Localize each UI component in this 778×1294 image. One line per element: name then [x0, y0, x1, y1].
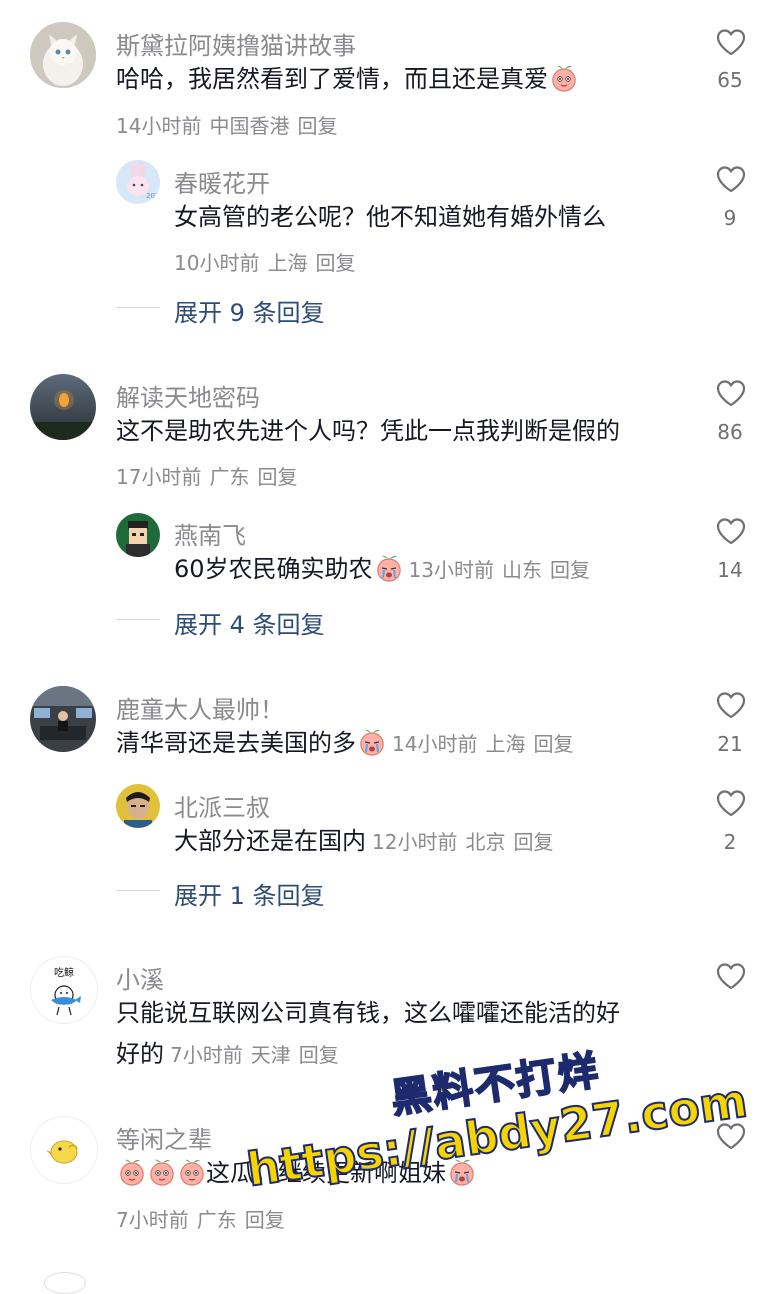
watermark-line1: 黑料不打烊: [387, 1047, 603, 1124]
comment-text: 女高管的老公呢？他不知道她有婚外情么: [174, 203, 606, 231]
location: 天津: [250, 1043, 291, 1067]
reply-button[interactable]: 回复: [533, 732, 573, 756]
peach-face-icon: [180, 1159, 204, 1186]
location: 广东: [209, 465, 250, 489]
location: 山东: [502, 558, 542, 582]
cat-avatar-icon: [30, 22, 96, 88]
crying-peach-icon: [449, 1158, 475, 1186]
heart-icon[interactable]: [715, 691, 747, 719]
timestamp: 12小时前: [372, 830, 458, 854]
comment-meta: 12小时前 北京 回复: [372, 830, 561, 854]
like-count: 21: [717, 732, 743, 756]
username[interactable]: 等闲之辈: [116, 1120, 212, 1155]
expand-replies-button[interactable]: 展开 1 条回复: [174, 876, 325, 911]
comment-meta: 7小时前 天津 回复: [170, 1043, 347, 1067]
reply-button[interactable]: 回复: [513, 830, 553, 854]
timestamp: 7小时前: [116, 1208, 189, 1232]
reply-button[interactable]: 回复: [257, 465, 297, 489]
location: 广东: [196, 1208, 237, 1232]
reply-button[interactable]: 回复: [315, 251, 355, 275]
avatar[interactable]: [30, 686, 96, 752]
location: 中国香港: [209, 114, 290, 138]
room-avatar-icon: [30, 686, 96, 752]
avatar[interactable]: [30, 22, 96, 88]
username[interactable]: 斯黛拉阿姨撸猫讲故事: [116, 26, 356, 61]
like-count: 14: [717, 558, 743, 582]
avatar: [44, 1272, 86, 1294]
avatar-caption: 吃鲸: [54, 968, 74, 979]
timestamp: 14小时前: [392, 732, 478, 756]
like-count: 2: [723, 830, 737, 854]
comment-meta: 17小时前 广东 回复: [116, 461, 305, 490]
crying-peach-icon: [359, 728, 385, 756]
watermark: 黑料不打烊 https://abdy27.com: [0, 0, 778, 1280]
avatar[interactable]: [30, 1116, 98, 1184]
timestamp: 14小时前: [116, 114, 202, 138]
peach-face-icon: [150, 1159, 174, 1186]
reply-button[interactable]: 回复: [245, 1208, 285, 1232]
reply-button[interactable]: 回复: [297, 114, 337, 138]
peach-face-icon: [120, 1159, 144, 1186]
comment-meta: 13小时前 山东 回复: [409, 558, 598, 582]
heart-icon[interactable]: [715, 165, 747, 193]
username[interactable]: 鹿童大人最帅！: [116, 690, 284, 725]
cartoon-avatar-icon: [116, 513, 160, 557]
reply-button[interactable]: 回复: [550, 558, 590, 582]
username[interactable]: 春暖花开: [174, 164, 270, 199]
comment-meta: 10小时前 上海 回复: [174, 247, 363, 276]
avatar[interactable]: 2025: [116, 160, 160, 204]
username[interactable]: 燕南飞: [174, 516, 246, 551]
like-count: 86: [717, 420, 743, 444]
heart-icon[interactable]: [715, 517, 747, 545]
comment-meta: 7小时前 广东 回复: [116, 1204, 293, 1233]
heart-icon[interactable]: [715, 1122, 747, 1150]
person-avatar-icon: [116, 784, 160, 828]
heart-icon[interactable]: [715, 28, 747, 56]
heart-icon[interactable]: [715, 379, 747, 407]
comment-text: 大部分还是在国内 12小时前 北京 回复: [174, 824, 561, 859]
avatar[interactable]: [30, 374, 96, 440]
username[interactable]: 小溪: [116, 960, 164, 995]
comment-text: 这瓜，继续更新啊姐妹: [116, 1156, 476, 1190]
like-count: 9: [723, 206, 737, 230]
comment-text: 清华哥还是去美国的多 14小时前 上海 回复: [116, 726, 581, 761]
comment-text: 只能说互联网公司真有钱，这么嚯嚯还能活的好: [116, 999, 620, 1027]
location: 上海: [485, 732, 526, 756]
comment-text: 哈哈，我居然看到了爱情，而且还是真爱: [116, 62, 578, 96]
timestamp: 17小时前: [116, 465, 202, 489]
svg-text:2025: 2025: [146, 192, 160, 200]
avatar[interactable]: [116, 784, 160, 828]
timestamp: 13小时前: [408, 558, 494, 582]
like-count: 65: [717, 68, 743, 92]
divider: [116, 890, 160, 891]
chick-avatar-icon: [46, 1140, 78, 1164]
bunny-avatar-icon: 2025: [116, 160, 160, 204]
comment-text: 这不是助农先进个人吗？凭此一点我判断是假的: [116, 417, 620, 445]
location: 上海: [267, 251, 308, 275]
heart-icon[interactable]: [715, 962, 747, 990]
comment-text-continued: 好的 7小时前 天津 回复: [116, 1037, 347, 1072]
avatar[interactable]: [116, 513, 160, 557]
comment-meta: 14小时前 上海 回复: [392, 732, 581, 756]
comment-text: 60岁农民确实助农 13小时前 山东 回复: [174, 552, 598, 587]
peach-face-icon: [552, 65, 576, 92]
expand-replies-button[interactable]: 展开 4 条回复: [174, 605, 325, 640]
location: 北京: [465, 830, 506, 854]
expand-replies-button[interactable]: 展开 9 条回复: [174, 293, 325, 328]
lantern-avatar-icon: [30, 374, 96, 440]
reply-button[interactable]: 回复: [299, 1043, 339, 1067]
avatar[interactable]: 吃鲸: [30, 956, 98, 1024]
username[interactable]: 北派三叔: [174, 788, 270, 823]
username[interactable]: 解读天地密码: [116, 378, 260, 413]
timestamp: 10小时前: [174, 251, 260, 275]
comment-meta: 14小时前 中国香港 回复: [116, 110, 345, 139]
divider: [116, 619, 160, 620]
crying-peach-icon: [376, 554, 401, 582]
heart-icon[interactable]: [715, 789, 747, 817]
divider: [116, 307, 160, 308]
timestamp: 7小时前: [170, 1043, 243, 1067]
